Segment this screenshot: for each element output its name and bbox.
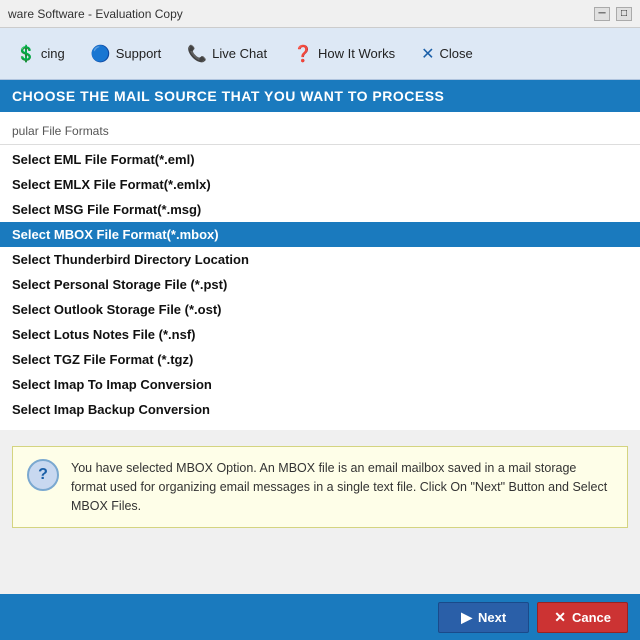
close-label: Close [439,46,472,61]
minimize-button[interactable]: ─ [594,7,610,21]
info-text: You have selected MBOX Option. An MBOX f… [71,459,613,515]
next-label: Next [478,610,506,625]
file-format-item[interactable]: Select MSG File Format(*.msg) [0,197,640,222]
how-it-works-icon: ❓ [293,44,313,64]
bottom-bar: ▶ Next ✕ Cance [0,594,640,640]
file-format-item[interactable]: Select EMLX File Format(*.emlx) [0,172,640,197]
cancel-button[interactable]: ✕ Cance [537,602,628,633]
live-chat-label: Live Chat [212,46,267,61]
cancel-label: Cance [572,610,611,625]
maximize-button[interactable]: □ [616,7,632,21]
how-it-works-label: How It Works [318,46,395,61]
title-bar-controls: ─ □ [594,7,632,21]
info-icon: ? [27,459,59,491]
category-label: pular File Formats [0,120,640,145]
file-format-item[interactable]: Select Imap To Imap Conversion [0,372,640,397]
file-format-item[interactable]: Select EML File Format(*.eml) [0,147,640,172]
file-format-item[interactable]: Select MBOX File Format(*.mbox) [0,222,640,247]
live-chat-icon: 📞 [187,44,207,64]
support-icon: 🔵 [91,44,111,64]
next-icon: ▶ [461,609,472,626]
toolbar: 💲 cing 🔵 Support 📞 Live Chat ❓ How It Wo… [0,28,640,80]
title-bar: ware Software - Evaluation Copy ─ □ [0,0,640,28]
file-format-item[interactable]: Select Thunderbird Directory Location [0,247,640,272]
toolbar-how-it-works[interactable]: ❓ How It Works [281,38,407,70]
file-format-item[interactable]: Select Imap Backup Conversion [0,397,640,422]
pricing-label: cing [41,46,65,61]
file-format-list: Select EML File Format(*.eml)Select EMLX… [0,147,640,422]
close-toolbar-icon: ✕ [421,44,434,64]
cancel-icon: ✕ [554,609,566,626]
file-format-item[interactable]: Select TGZ File Format (*.tgz) [0,347,640,372]
section-header: CHOOSE THE MAIL SOURCE THAT YOU WANT TO … [0,80,640,112]
info-box: ? You have selected MBOX Option. An MBOX… [12,446,628,528]
toolbar-close[interactable]: ✕ Close [409,38,485,70]
file-format-item[interactable]: Select Personal Storage File (*.pst) [0,272,640,297]
next-button[interactable]: ▶ Next [438,602,529,633]
support-label: Support [116,46,162,61]
main-content: pular File Formats Select EML File Forma… [0,112,640,590]
toolbar-pricing[interactable]: 💲 cing [4,38,77,70]
pricing-icon: 💲 [16,44,36,64]
toolbar-live-chat[interactable]: 📞 Live Chat [175,38,279,70]
section-header-text: CHOOSE THE MAIL SOURCE THAT YOU WANT TO … [12,88,444,104]
content-area: pular File Formats Select EML File Forma… [0,112,640,430]
title-bar-text: ware Software - Evaluation Copy [8,7,183,21]
file-format-item[interactable]: Select Outlook Storage File (*.ost) [0,297,640,322]
toolbar-support[interactable]: 🔵 Support [79,38,173,70]
file-format-item[interactable]: Select Lotus Notes File (*.nsf) [0,322,640,347]
